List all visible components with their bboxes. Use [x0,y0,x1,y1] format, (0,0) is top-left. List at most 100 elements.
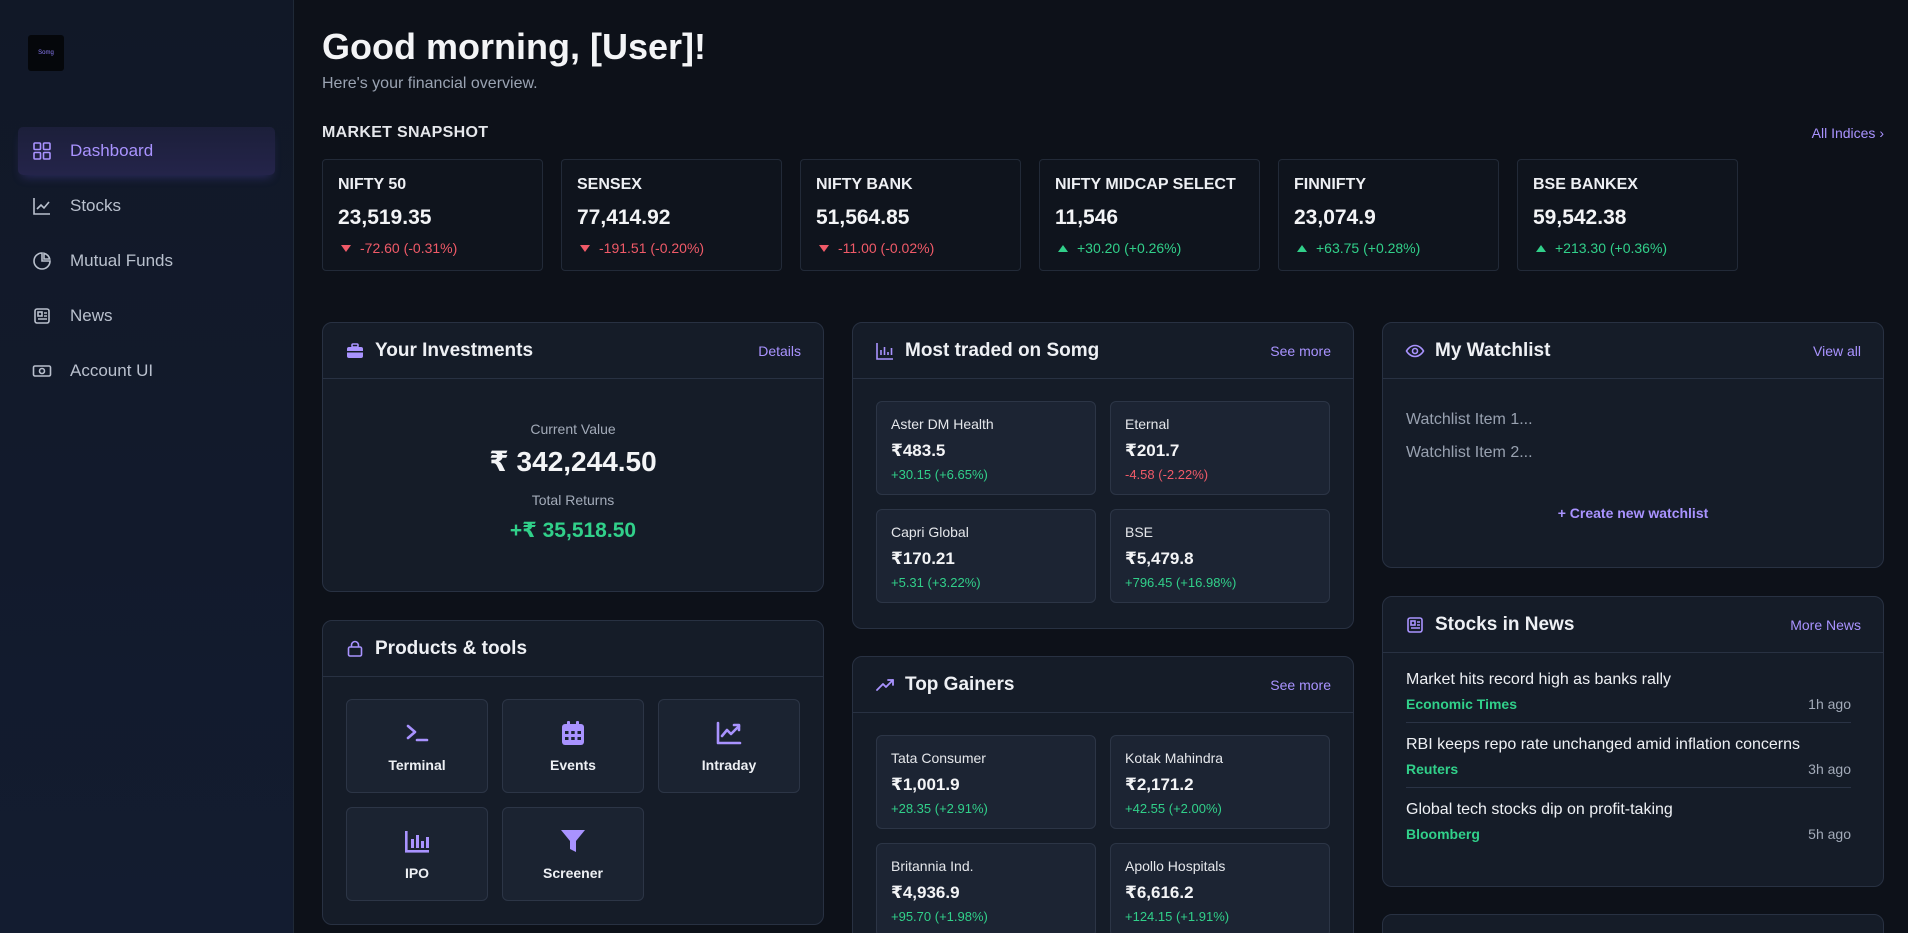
news-item[interactable]: Market hits record high as banks rally E… [1406,671,1851,723]
pie-chart-icon [32,251,52,271]
total-returns-value: +₹ 35,518.50 [509,519,637,542]
investments-card: Your Investments Details Current Value ₹… [322,322,824,592]
index-change-text: +213.30 (+0.36%) [1555,240,1668,256]
watchlist-view-all[interactable]: View all [1813,343,1861,359]
sidebar-item-label: Account UI [70,361,154,380]
index-card[interactable]: NIFTY MIDCAP SELECT 11,546 +30.20 (+0.26… [1039,159,1260,271]
stock-change: +796.45 (+16.98%) [1125,575,1237,590]
stock-change: +124.15 (+1.91%) [1125,909,1230,924]
stock-change: +95.70 (+1.98%) [891,909,988,924]
stock-tile[interactable]: Eternal ₹201.7 -4.58 (-2.22%) [1110,401,1330,495]
index-change: -11.00 (-0.02%) [816,240,1005,256]
tool-screener[interactable]: Screener [502,807,644,901]
stock-tile[interactable]: Apollo Hospitals ₹6,616.2 +124.15 (+1.91… [1110,843,1330,933]
news-title: Stocks in News [1435,613,1575,635]
top-gainers-grid: Tata Consumer ₹1,001.9 +28.35 (+2.91%) K… [853,713,1353,933]
tool-label: Screener [543,865,603,881]
stock-price: ₹1,001.9 [891,775,960,794]
tools-title: Products & tools [375,637,528,659]
most-traded-see-more[interactable]: See more [1270,343,1331,359]
most-traded-header: Most traded on Somg See more [853,323,1353,379]
sidebar-item-news[interactable]: News [18,292,275,340]
stock-name: Britannia Ind. [891,858,974,874]
sidebar-item-account[interactable]: Account UI [18,347,275,395]
index-change: -72.60 (-0.31%) [338,240,527,256]
news-meta: Reuters 3h ago [1406,761,1851,777]
index-name: NIFTY 50 [338,176,407,193]
all-indices-link[interactable]: All Indices › [1812,125,1884,141]
calendar-icon [559,719,587,747]
watchlist-header: My Watchlist View all [1383,323,1883,379]
top-gainers-see-more[interactable]: See more [1270,677,1331,693]
news-source: Bloomberg [1406,826,1480,842]
total-returns-label: Total Returns [531,492,615,508]
watchlist-body: Watchlist Item 1... Watchlist Item 2... … [1383,379,1883,521]
triangle-down-icon [819,244,829,252]
page-title: Good morning, [User]! [322,26,706,67]
stock-change: +28.35 (+2.91%) [891,801,988,816]
news-source: Reuters [1406,761,1459,777]
terminal-icon [403,719,431,747]
logo[interactable]: Somg [28,35,64,71]
tool-ipo[interactable]: IPO [346,807,488,901]
tool-intraday[interactable]: Intraday [658,699,800,793]
index-value: 23,074.9 [1294,206,1376,229]
index-name: FINNIFTY [1294,176,1366,193]
index-card[interactable]: NIFTY BANK 51,564.85 -11.00 (-0.02%) [800,159,1021,271]
tool-events[interactable]: Events [502,699,644,793]
stock-price: ₹5,479.8 [1125,549,1194,568]
create-watchlist-button[interactable]: + Create new watchlist [1406,505,1860,521]
tool-terminal[interactable]: Terminal [346,699,488,793]
stock-tile[interactable]: BSE ₹5,479.8 +796.45 (+16.98%) [1110,509,1330,603]
stock-tile[interactable]: Capri Global ₹170.21 +5.31 (+3.22%) [876,509,1096,603]
index-change-text: -72.60 (-0.31%) [360,240,458,256]
sidebar-item-stocks[interactable]: Stocks [18,182,275,230]
news-time: 3h ago [1808,761,1851,777]
index-card[interactable]: BSE BANKEX 59,542.38 +213.30 (+0.36%) [1517,159,1738,271]
triangle-up-icon [1536,244,1546,252]
index-card[interactable]: FINNIFTY 23,074.9 +63.75 (+0.28%) [1278,159,1499,271]
most-traded-grid: Aster DM Health ₹483.5 +30.15 (+6.65%) E… [853,379,1353,625]
index-card[interactable]: NIFTY 50 23,519.35 -72.60 (-0.31%) [322,159,543,271]
watchlist-title: My Watchlist [1435,339,1551,361]
sidebar-item-label: Dashboard [70,141,154,160]
stock-tile[interactable]: Kotak Mahindra ₹2,171.2 +42.55 (+2.00%) [1110,735,1330,829]
bar-chart-icon [403,827,431,855]
stock-tile[interactable]: Britannia Ind. ₹4,936.9 +95.70 (+1.98%) [876,843,1096,933]
eye-icon [1405,341,1425,361]
stock-name: BSE [1125,524,1154,540]
stock-tile[interactable]: Tata Consumer ₹1,001.9 +28.35 (+2.91%) [876,735,1096,829]
next-card [1382,914,1884,933]
watchlist-item[interactable]: Watchlist Item 2... [1406,444,1860,462]
cash-icon [32,361,52,381]
index-name: SENSEX [577,176,642,193]
news-item[interactable]: RBI keeps repo rate unchanged amid infla… [1406,736,1851,788]
index-card[interactable]: SENSEX 77,414.92 -191.51 (-0.20%) [561,159,782,271]
filter-icon [559,827,587,855]
stock-name: Apollo Hospitals [1125,858,1226,874]
investments-header: Your Investments Details [323,323,823,379]
all-indices-label: All Indices [1811,125,1876,141]
chart-line-icon [32,196,52,216]
sidebar-item-mutual-funds[interactable]: Mutual Funds [18,237,275,285]
stock-tile[interactable]: Aster DM Health ₹483.5 +30.15 (+6.65%) [876,401,1096,495]
watchlist-item[interactable]: Watchlist Item 1... [1406,411,1860,429]
tool-label: Intraday [701,757,757,773]
sidebar: Somg Dashboard Stocks Mutual Funds News [0,0,294,933]
news-headline: Market hits record high as banks rally [1406,671,1671,688]
stock-change: +30.15 (+6.65%) [891,467,988,482]
sidebar-item-label: Mutual Funds [70,251,173,270]
news-item[interactable]: Global tech stocks dip on profit-taking … [1406,801,1851,852]
tools-header: Products & tools [323,621,823,677]
trending-up-icon [875,675,895,695]
index-value: 51,564.85 [816,206,910,229]
index-change: +213.30 (+0.36%) [1533,240,1722,256]
stock-name: Capri Global [891,524,969,540]
news-more-link[interactable]: More News [1790,617,1861,633]
sidebar-item-dashboard[interactable]: Dashboard [18,127,275,175]
stock-change: +5.31 (+3.22%) [891,575,981,590]
investments-details-link[interactable]: Details [758,343,801,359]
investments-body: Current Value ₹ 342,244.50 Total Returns… [323,379,823,543]
sidebar-nav: Dashboard Stocks Mutual Funds News Accou… [18,127,275,402]
index-change: -191.51 (-0.20%) [577,240,766,256]
